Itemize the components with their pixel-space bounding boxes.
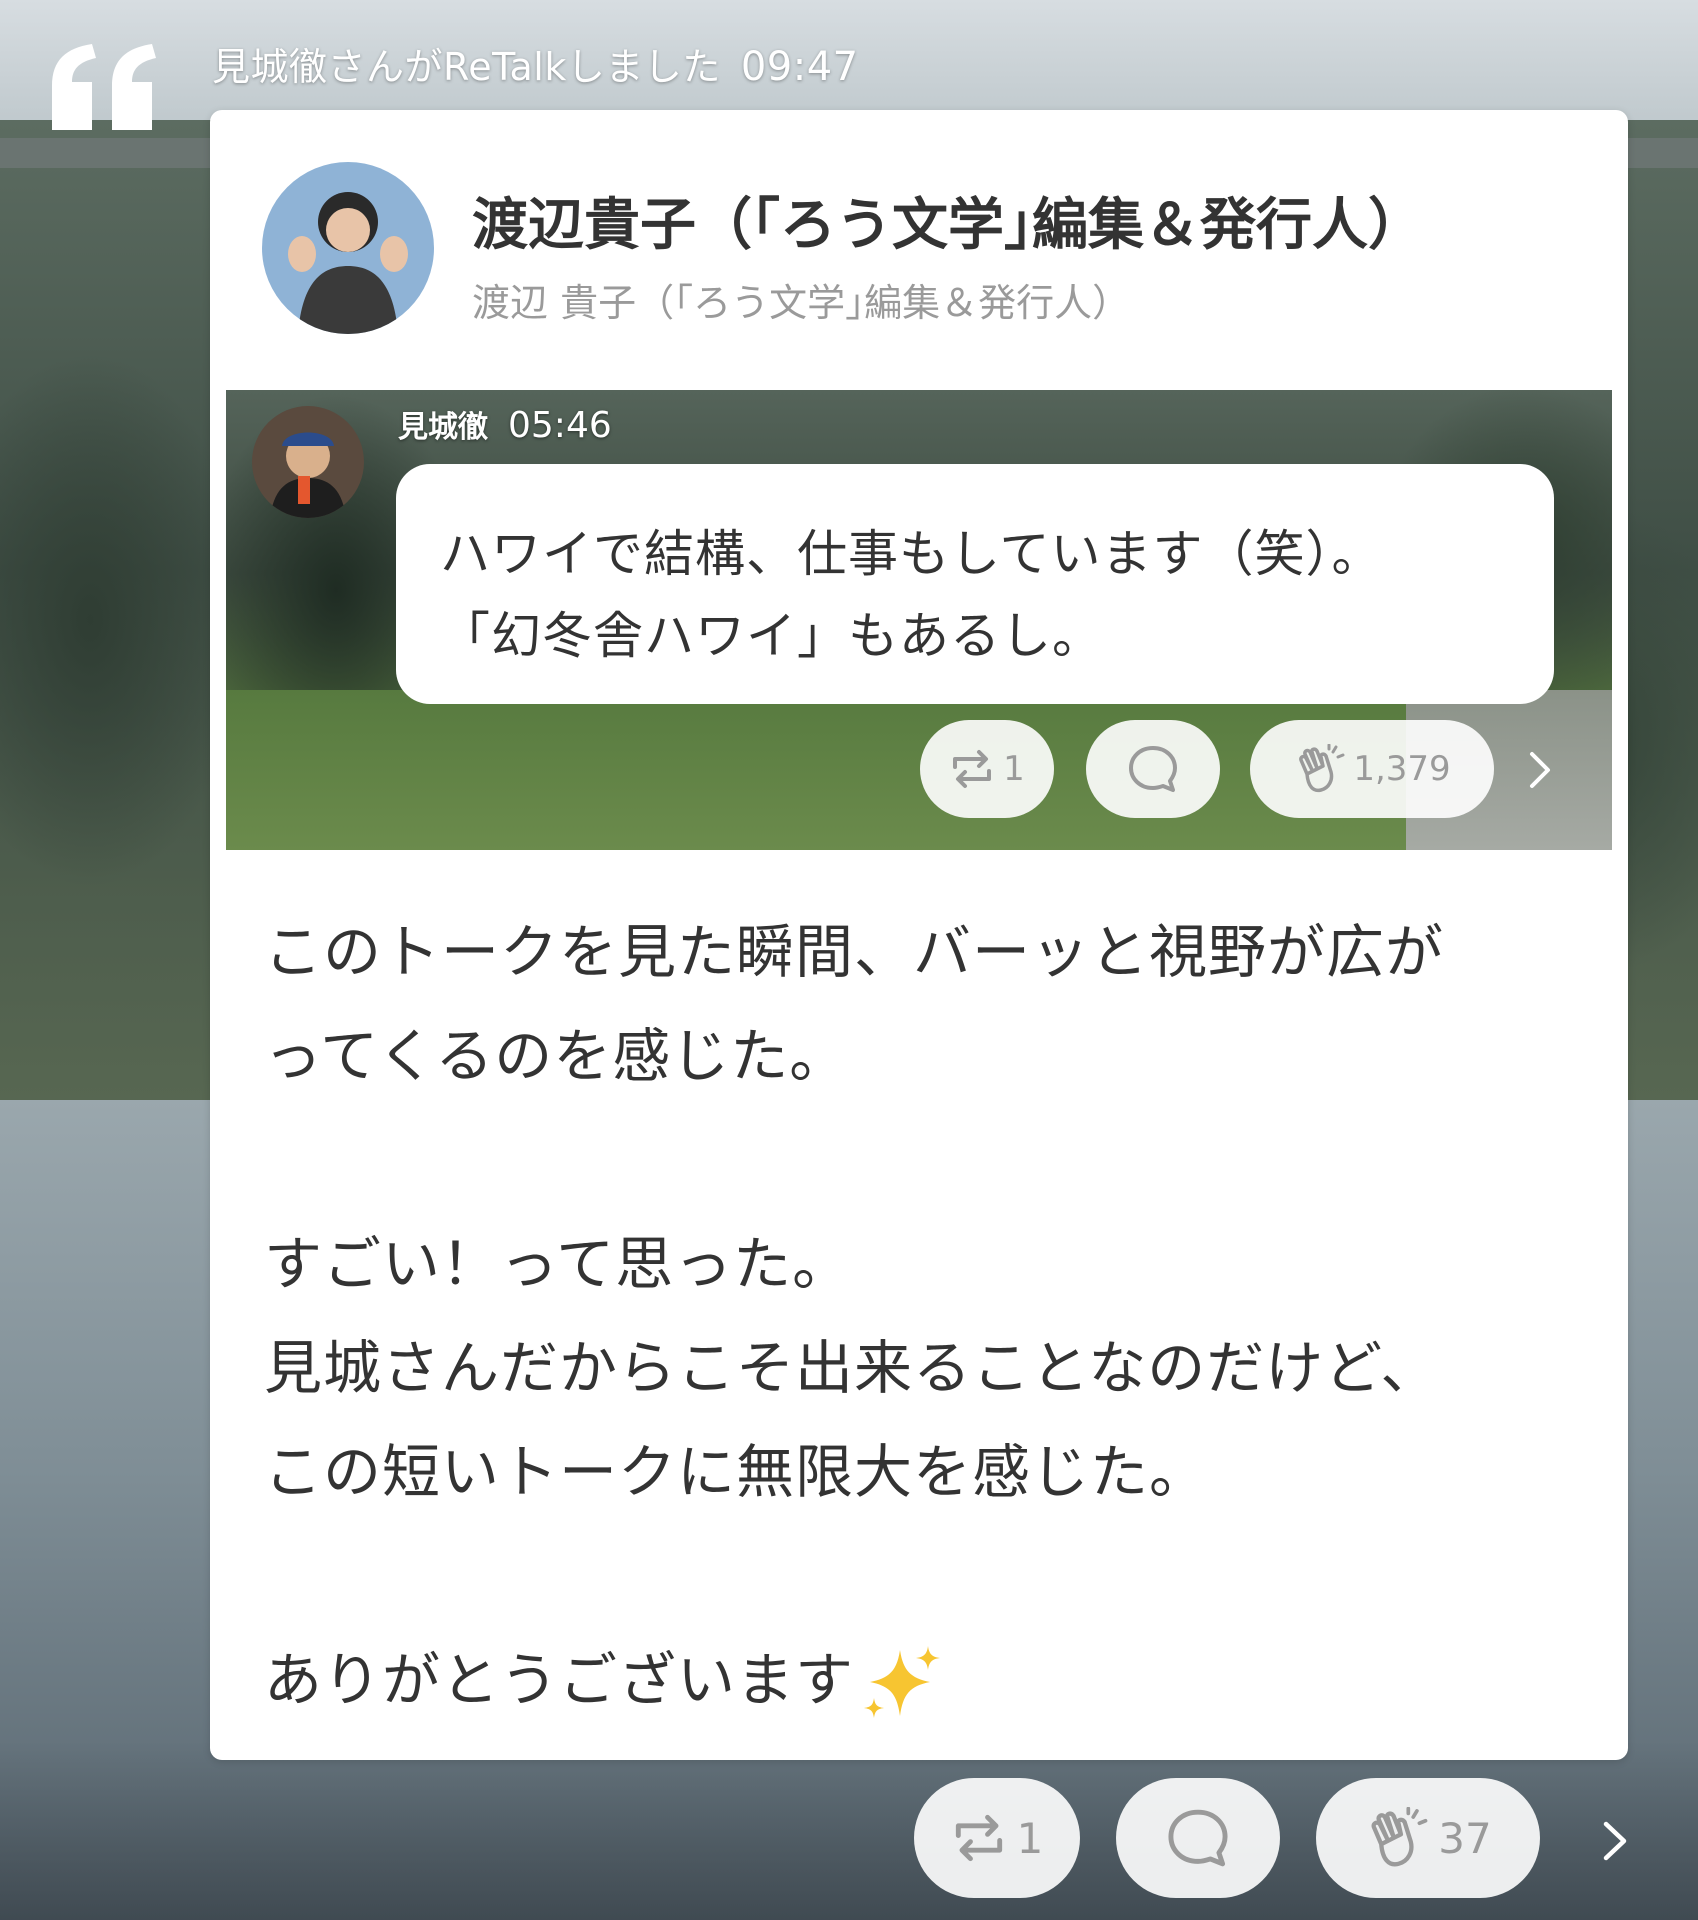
quoted-author-avatar[interactable] <box>252 406 364 518</box>
post-body-line: このトークを見た瞬間、バーッと視野が広が <box>264 918 1445 986</box>
author-subname: 渡辺 貴子（｢ろう文学｣編集＆発行人） <box>472 281 1131 325</box>
retalk-card[interactable]: 渡辺貴子（｢ろう文学｣編集＆発行人） 渡辺 貴子（｢ろう文学｣編集＆発行人） 見… <box>210 110 1628 1760</box>
clap-count: 37 <box>1438 1813 1492 1863</box>
quoted-retalk-count: 1 <box>1003 749 1025 789</box>
quoted-clap-button[interactable]: 1,379 <box>1250 720 1494 818</box>
comment-button[interactable] <box>1116 1778 1280 1898</box>
post-body-line: ありがとうございます <box>264 1646 855 1714</box>
quoted-retalk-button[interactable]: 1 <box>920 720 1054 818</box>
clap-icon <box>1371 1807 1428 1867</box>
comment-icon <box>1129 746 1177 792</box>
post-body-line: ってくるのを感じた。 <box>264 1022 849 1090</box>
retalk-header: 見城徹さんがReTalkしました 09:47 <box>212 36 859 91</box>
comment-icon <box>1168 1809 1228 1867</box>
post-body-line: すごい！って思った。 <box>264 1230 852 1298</box>
retalk-time: 09:47 <box>740 44 859 90</box>
quoted-message-line: ハワイで結構、仕事もしています（笑）。 <box>440 525 1383 583</box>
retalk-icon <box>953 750 992 788</box>
quoted-comment-button[interactable] <box>1086 720 1220 818</box>
chevron-right-icon[interactable] <box>1526 748 1554 792</box>
retalk-text: 見城徹さんがReTalkしました <box>212 45 721 89</box>
clap-icon <box>1299 744 1345 793</box>
quoted-author-name[interactable]: 見城徹 <box>398 402 488 446</box>
retalk-button[interactable]: 1 <box>914 1778 1080 1898</box>
quoted-talk[interactable]: 見城徹 05:46 ハワイで結構、仕事もしています（笑）。 「幻冬舎ハワイ」もあ… <box>226 390 1612 850</box>
post-body-line: 見城さんだからこそ出来ることなのだけど、 <box>264 1334 1440 1402</box>
post-body-last-line: ありがとうございます <box>264 1628 1594 1732</box>
author-name[interactable]: 渡辺貴子（｢ろう文学｣編集＆発行人） <box>472 180 1424 261</box>
clap-button[interactable]: 37 <box>1316 1778 1540 1898</box>
quoted-message-bubble[interactable]: ハワイで結構、仕事もしています（笑）。 「幻冬舎ハワイ」もあるし。 <box>396 464 1554 704</box>
post-body-line <box>264 1108 1594 1212</box>
quoted-header: 見城徹 05:46 <box>398 402 612 446</box>
post-body: このトークを見た瞬間、バーッと視野が広が ってくるのを感じた。 すごい！って思っ… <box>264 900 1594 1732</box>
chevron-right-icon[interactable] <box>1598 1818 1632 1864</box>
quoted-message-line: 「幻冬舎ハワイ」もあるし。 <box>440 607 1103 665</box>
post-body-line <box>264 1524 1594 1628</box>
quoted-clap-count: 1,379 <box>1353 749 1451 789</box>
quoted-time: 05:46 <box>508 405 612 446</box>
author-avatar[interactable] <box>262 162 434 334</box>
post-body-line: この短いトークに無限大を感じた。 <box>264 1438 1209 1506</box>
retalk-icon <box>955 1814 1002 1862</box>
sparkles-icon <box>864 1645 941 1718</box>
quote-icon <box>52 44 156 130</box>
retalk-count: 1 <box>1016 1813 1044 1863</box>
